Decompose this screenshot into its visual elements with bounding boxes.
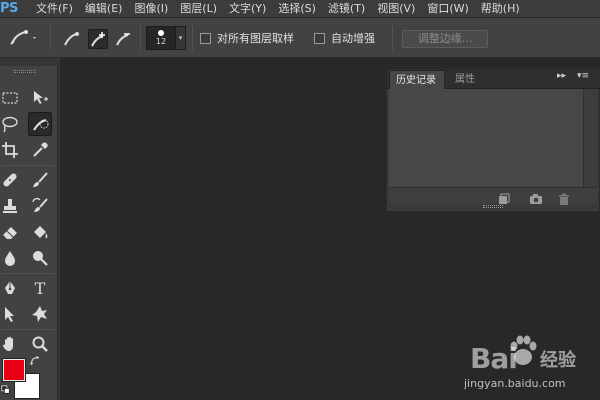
tool-preset-picker[interactable] [8, 18, 38, 58]
panel-collapse-icon[interactable]: ▸▸ [557, 71, 566, 81]
custom-shape-tool-icon[interactable] [28, 302, 52, 326]
auto-enhance-option[interactable]: 自动增强 [314, 18, 375, 58]
tab-history[interactable]: 历史记录 [389, 70, 445, 89]
menu-view[interactable]: 视图(V) [371, 0, 421, 18]
watermark-url: jingyan.baidu.com [464, 377, 566, 390]
menu-layer[interactable]: 图层(L) [174, 0, 223, 18]
watermark-brand-cn: 经验 [540, 350, 576, 371]
menu-select[interactable]: 选择(S) [272, 0, 322, 18]
brush-size-picker[interactable]: 12 [146, 26, 176, 50]
marquee-tool-icon[interactable] [0, 86, 22, 110]
panel-menu-icon[interactable]: ▾≡ [577, 71, 589, 81]
history-panel: 历史记录 属性 ▸▸ ▾≡ [386, 68, 600, 212]
add-to-selection-icon[interactable] [88, 29, 108, 49]
new-selection-icon[interactable] [62, 29, 82, 49]
toolbar-separator [2, 273, 54, 274]
toolbar-separator [2, 165, 54, 166]
brush-tool-icon[interactable] [28, 168, 52, 192]
clone-stamp-tool-icon[interactable] [0, 194, 22, 218]
refine-edge-button[interactable]: 调整边缘... [402, 30, 488, 48]
pen-tool-icon[interactable] [0, 276, 22, 300]
toolbar-grip[interactable] [14, 70, 36, 73]
auto-enhance-label: 自动增强 [331, 32, 375, 45]
sample-all-layers-label: 对所有图层取样 [217, 32, 294, 45]
options-separator [50, 26, 51, 50]
history-scrollbar[interactable] [583, 89, 597, 187]
auto-enhance-checkbox[interactable] [314, 32, 325, 44]
menu-bar: PS 文件(F) 编辑(E) 图像(I) 图层(L) 文字(Y) 选择(S) 滤… [0, 0, 600, 18]
menu-filter[interactable]: 滤镜(T) [322, 0, 371, 18]
menu-image[interactable]: 图像(I) [128, 0, 174, 18]
panel-resize-grip[interactable] [483, 205, 503, 208]
history-footer [389, 187, 597, 205]
sample-all-layers-option[interactable]: 对所有图层取样 [200, 18, 294, 58]
foreground-color-swatch[interactable] [3, 359, 25, 381]
type-tool-icon[interactable]: T [28, 276, 52, 300]
subtract-from-selection-icon[interactable] [114, 29, 134, 49]
options-separator [392, 26, 393, 50]
paint-bucket-tool-icon[interactable] [28, 220, 52, 244]
quick-selection-preset-icon [10, 30, 36, 45]
blur-tool-icon[interactable] [0, 246, 22, 270]
brush-size-dropdown[interactable]: ▾ [176, 26, 186, 50]
delete-state-icon[interactable] [557, 190, 571, 205]
new-snapshot-icon[interactable] [529, 190, 543, 204]
menu-edit[interactable]: 编辑(E) [79, 0, 129, 18]
panel-tab-bar: 历史记录 属性 ▸▸ ▾≡ [387, 69, 600, 89]
menu-type[interactable]: 文字(Y) [223, 0, 272, 18]
options-bar: 12 ▾ 对所有图层取样 自动增强 调整边缘... [0, 18, 600, 58]
healing-brush-tool-icon[interactable] [0, 168, 22, 192]
swap-colors-icon[interactable] [28, 354, 42, 368]
new-document-from-state-icon[interactable] [497, 190, 511, 204]
eyedropper-tool-icon[interactable] [28, 138, 52, 162]
hand-tool-icon[interactable] [0, 332, 22, 356]
menu-file[interactable]: 文件(F) [30, 0, 79, 18]
move-tool-icon[interactable] [28, 86, 52, 110]
dodge-tool-icon[interactable] [28, 246, 52, 270]
menu-window[interactable]: 窗口(W) [421, 0, 474, 18]
photoshop-window: PS 文件(F) 编辑(E) 图像(I) 图层(L) 文字(Y) 选择(S) 滤… [0, 0, 600, 400]
eraser-tool-icon[interactable] [0, 220, 22, 244]
menu-help[interactable]: 帮助(H) [475, 0, 526, 18]
default-colors-icon[interactable] [0, 384, 12, 396]
history-list[interactable] [389, 89, 597, 187]
crop-tool-icon[interactable] [0, 138, 22, 162]
brush-tip-icon [158, 30, 164, 36]
options-separator [140, 26, 141, 50]
watermark-brand: Bai [470, 342, 518, 375]
quick-selection-tool-icon[interactable] [28, 112, 52, 136]
toolbar-separator [2, 329, 54, 330]
options-separator [192, 26, 193, 50]
svg-text:T: T [35, 279, 46, 297]
tools-panel: T [0, 66, 58, 400]
tab-properties[interactable]: 属性 [449, 70, 481, 89]
baidu-watermark: Bai 经验 jingyan.baidu.com [450, 326, 600, 400]
history-brush-tool-icon[interactable] [28, 194, 52, 218]
zoom-tool-icon[interactable] [28, 332, 52, 356]
brush-size-value: 12 [155, 37, 167, 46]
app-logo: PS [0, 0, 18, 16]
path-selection-tool-icon[interactable] [0, 302, 22, 326]
sample-all-layers-checkbox[interactable] [200, 32, 211, 44]
lasso-tool-icon[interactable] [0, 112, 22, 136]
